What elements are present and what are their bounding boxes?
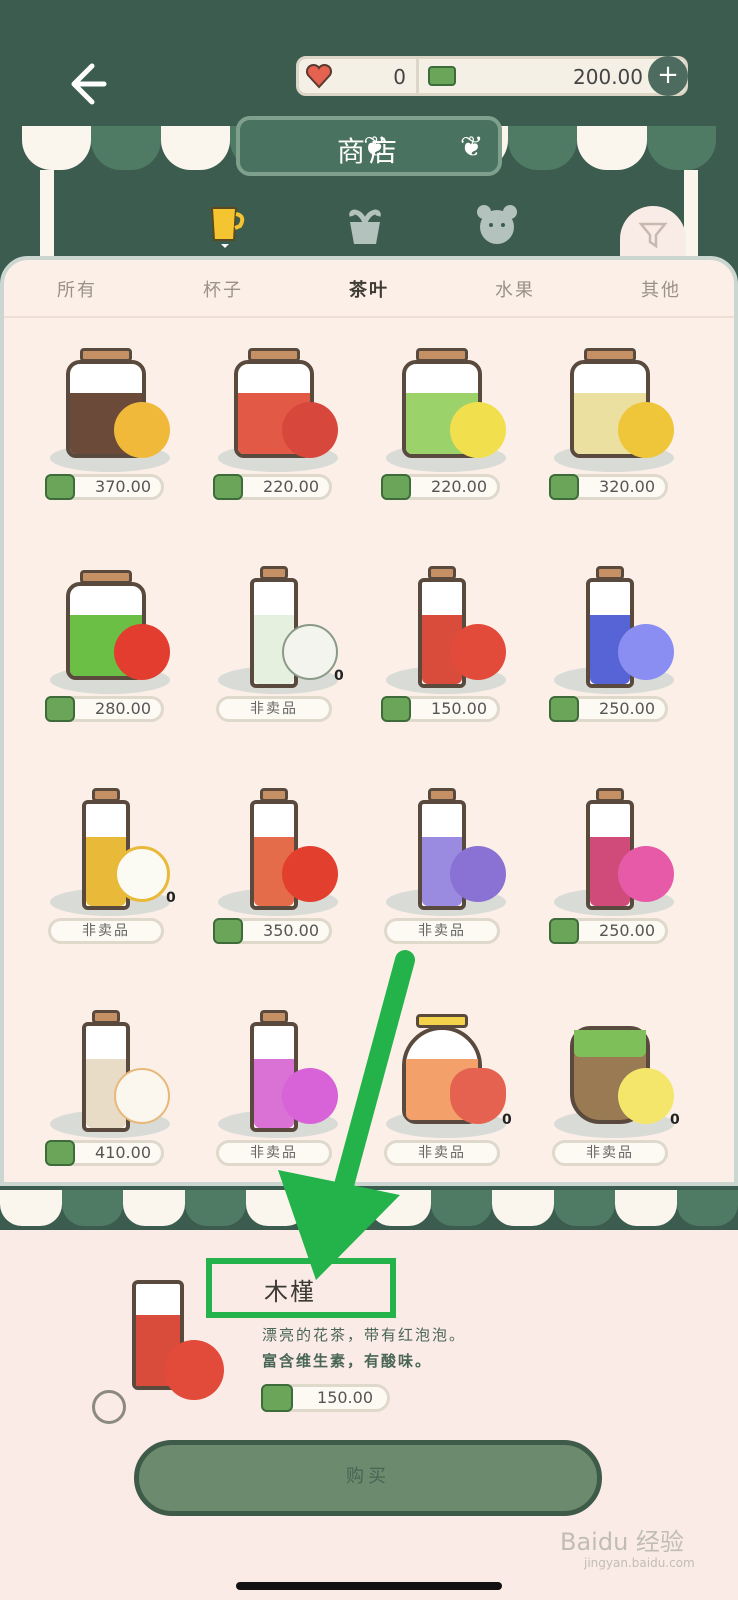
blue-flower-icon (618, 624, 674, 680)
subcategory-tabs: 所有 杯子 茶叶 水果 其他 (4, 272, 734, 312)
tab-fruit[interactable]: 水果 (485, 272, 545, 312)
tab-other[interactable]: 其他 (631, 272, 691, 312)
money-icon (428, 66, 456, 86)
price-tag: 220.00 (381, 474, 500, 500)
money-icon (549, 696, 579, 722)
not-for-sale-tag: 非卖品 (384, 1140, 500, 1166)
shop-item[interactable]: 350.00 (212, 778, 352, 978)
add-money-button[interactable]: + (648, 56, 688, 96)
white-flower-icon (114, 1068, 170, 1124)
item-name: 木槿 (264, 1278, 316, 1306)
tab-tea[interactable]: 茶叶 (339, 272, 399, 312)
cup-category-icon[interactable] (200, 200, 250, 250)
not-for-sale-tag: 非卖品 (552, 1140, 668, 1166)
hibiscus-icon (450, 624, 506, 680)
home-indicator (236, 1582, 502, 1590)
money-value: 200.00 (573, 65, 643, 89)
money-icon (45, 696, 75, 722)
price-tag: 250.00 (549, 918, 668, 944)
shop-item[interactable]: 250.00 (548, 556, 688, 756)
shop-panel: 所有 杯子 茶叶 水果 其他 370.00 220.00 220.00 320.… (0, 256, 738, 1186)
smiling-lemon-icon (618, 1068, 674, 1124)
shop-item[interactable]: 非卖品 (212, 1000, 352, 1200)
divider (4, 316, 734, 318)
shop-item[interactable]: 0 非卖品 (44, 778, 184, 978)
shop-item[interactable]: 320.00 (548, 334, 688, 534)
rose-icon (282, 846, 338, 902)
item-price: 150.00 (261, 1384, 390, 1412)
price-tag: 350.00 (213, 918, 332, 944)
buy-button[interactable]: 购买 (134, 1440, 602, 1516)
price-tag: 320.00 (549, 474, 668, 500)
price-tag: 250.00 (549, 696, 668, 722)
not-for-sale-tag: 非卖品 (216, 696, 332, 722)
shop-item[interactable]: 220.00 (212, 334, 352, 534)
shop-item[interactable]: 250.00 (548, 778, 688, 978)
bottom-awning (0, 1190, 738, 1230)
price-tag: 370.00 (45, 474, 164, 500)
watermark: Baidu 经验 (560, 1528, 684, 1556)
item-description: 富含维生素，有酸味。 (262, 1352, 433, 1370)
hearts-value: 0 (393, 65, 406, 89)
lemon-icon (450, 402, 506, 458)
not-for-sale-tag: 非卖品 (384, 918, 500, 944)
money-icon (213, 918, 243, 944)
currency-bar: 0 200.00 + (296, 56, 688, 96)
lemon-icon (114, 402, 170, 458)
shop-title-plate: ❦ 商店 ❦ (236, 116, 502, 176)
price-tag: 280.00 (45, 696, 164, 722)
money-icon (549, 918, 579, 944)
money-icon (45, 1140, 75, 1166)
chamomile-icon (114, 846, 170, 902)
shop-item[interactable]: 280.00 (44, 556, 184, 756)
jasmine-icon (282, 624, 338, 680)
shop-item[interactable]: 220.00 (380, 334, 520, 534)
funnel-icon (638, 222, 668, 249)
shop-item[interactable]: 非卖品 (380, 778, 520, 978)
bear-category-icon[interactable] (472, 200, 522, 250)
leaf-icon: ❦ (460, 130, 488, 163)
hearts-counter: 0 (299, 59, 419, 93)
money-icon (213, 474, 243, 500)
tab-all[interactable]: 所有 (47, 272, 107, 312)
purple-flower-icon (282, 1068, 338, 1124)
money-icon (261, 1384, 293, 1412)
money-icon (381, 474, 411, 500)
awning-pole (40, 170, 54, 270)
zoom-in-icon[interactable] (92, 1390, 126, 1424)
back-arrow-icon[interactable] (62, 60, 110, 108)
price-tag: 220.00 (213, 474, 332, 500)
shop-item[interactable]: 0 非卖品 (380, 1000, 520, 1200)
money-icon (549, 474, 579, 500)
pink-flower-icon (618, 846, 674, 902)
price-tag: 410.00 (45, 1140, 164, 1166)
shop-item-selected[interactable]: 150.00 (380, 556, 520, 756)
not-for-sale-tag: 非卖品 (48, 918, 164, 944)
hibiscus-icon (164, 1340, 224, 1400)
heart-icon (450, 1068, 506, 1124)
awning-pole (684, 170, 698, 270)
shop-item[interactable]: 410.00 (44, 1000, 184, 1200)
shop-item[interactable]: 370.00 (44, 334, 184, 534)
apple-icon (114, 624, 170, 680)
tab-cups[interactable]: 杯子 (193, 272, 253, 312)
lavender-icon (450, 846, 506, 902)
watermark-url: jingyan.baidu.com (584, 1556, 695, 1570)
top-header: 0 200.00 + ❦ 商店 ❦ (0, 0, 738, 270)
shop-item[interactable]: 0 非卖品 (212, 556, 352, 756)
not-for-sale-tag: 非卖品 (216, 1140, 332, 1166)
heart-icon (305, 63, 333, 89)
item-name-highlight: 木槿 (206, 1258, 396, 1318)
item-description: 漂亮的花茶，带有红泡泡。 (262, 1326, 467, 1344)
plant-category-icon[interactable] (340, 200, 390, 250)
money-icon (45, 474, 75, 500)
osmanthus-icon (618, 402, 674, 458)
money-icon (381, 696, 411, 722)
goji-berry-icon (282, 402, 338, 458)
price-tag: 150.00 (381, 696, 500, 722)
shop-item[interactable]: 0 非卖品 (548, 1000, 688, 1200)
